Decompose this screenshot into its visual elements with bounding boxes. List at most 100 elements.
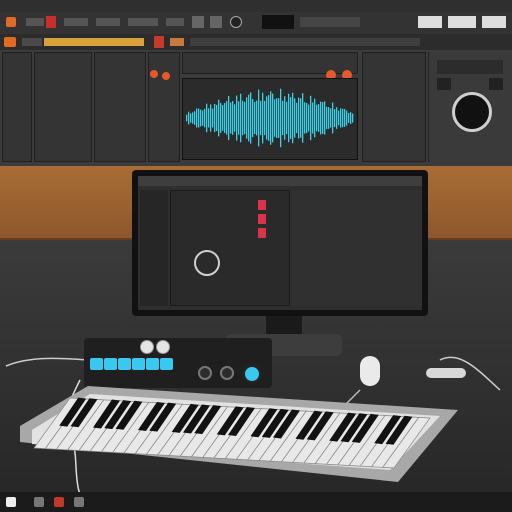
monitor-record-icon-2 xyxy=(258,214,266,224)
waveform-bar xyxy=(238,101,240,135)
play-icon[interactable] xyxy=(4,37,16,47)
waveform-bar xyxy=(338,110,340,126)
marker-icon[interactable] xyxy=(154,36,164,48)
waveform-bar xyxy=(352,113,354,123)
waveform-bar xyxy=(254,101,256,135)
waveform-bar xyxy=(274,99,276,137)
record-icon[interactable] xyxy=(46,16,56,28)
waveform-bar xyxy=(244,101,246,135)
track-name-field[interactable] xyxy=(300,17,360,27)
waveform-bar xyxy=(192,112,194,124)
menu-item-3[interactable] xyxy=(96,18,120,26)
browser-panel[interactable] xyxy=(2,52,32,162)
waveform-bar xyxy=(276,98,278,138)
computer-mouse[interactable] xyxy=(360,356,380,386)
waveform-bar xyxy=(332,102,334,134)
status-led-icon xyxy=(150,70,158,78)
waveform-bar xyxy=(348,113,350,123)
mixer-panel[interactable] xyxy=(362,52,426,162)
waveform-bar xyxy=(200,109,202,127)
instrument-button-2[interactable] xyxy=(489,78,503,90)
waveform-bar xyxy=(336,107,338,129)
usb-hub xyxy=(426,368,466,378)
pad-button-4[interactable] xyxy=(132,358,145,370)
waveform-bar xyxy=(318,104,320,132)
monitor-mixer-panel xyxy=(292,190,422,306)
toolbar-button-5[interactable] xyxy=(482,16,506,28)
waveform-bar xyxy=(258,89,260,147)
pad-button-3[interactable] xyxy=(118,358,131,370)
pad-button-2[interactable] xyxy=(104,358,117,370)
toolbar-button-3[interactable] xyxy=(418,16,442,28)
monitor-record-icon xyxy=(258,200,266,210)
monitor-knob-icon xyxy=(194,250,220,276)
waveform-bar xyxy=(206,103,208,133)
waveform-display xyxy=(186,88,354,148)
controller-encoder-icon[interactable] xyxy=(242,364,262,384)
waveform-bar xyxy=(340,108,342,128)
controller-knob-icon-3[interactable] xyxy=(198,366,212,380)
waveform-bar xyxy=(324,101,326,135)
controller-knob-icon-1[interactable] xyxy=(140,340,154,354)
waveform-bar xyxy=(236,95,238,141)
waveform-bar xyxy=(208,108,210,128)
waveform-bar xyxy=(248,94,250,142)
waveform-bar xyxy=(220,103,222,133)
toolbar-button-2[interactable] xyxy=(210,16,222,28)
start-icon[interactable] xyxy=(6,497,16,507)
instrument-button-1[interactable] xyxy=(437,78,451,90)
track-list-panel[interactable] xyxy=(34,52,92,162)
waveform-bar xyxy=(300,98,302,138)
waveform-bar xyxy=(288,93,290,143)
waveform-bar xyxy=(228,96,230,141)
waveform-bar xyxy=(218,99,220,137)
transport-button-2[interactable] xyxy=(170,38,184,46)
waveform-bar xyxy=(346,110,348,126)
pad-button-5[interactable] xyxy=(146,358,159,370)
taskbar-app-icon-3[interactable] xyxy=(74,497,84,507)
waveform-bar xyxy=(214,104,216,132)
waveform-bar xyxy=(286,101,288,135)
controller-knob-icon-2[interactable] xyxy=(156,340,170,354)
pad-button-6[interactable] xyxy=(160,358,173,370)
monitor-browser-panel xyxy=(140,190,168,306)
controller-knob-icon-4[interactable] xyxy=(220,366,234,380)
waveform-bar xyxy=(246,97,248,139)
waveform-bar xyxy=(216,104,218,132)
waveform-bar xyxy=(194,111,196,125)
waveform-bar xyxy=(224,103,226,133)
waveform-bar xyxy=(198,108,200,128)
waveform-bar xyxy=(230,102,232,134)
waveform-bar xyxy=(330,108,332,128)
toolbar-button-1[interactable] xyxy=(192,16,204,28)
waveform-bar xyxy=(268,95,270,141)
waveform-bar xyxy=(264,100,266,136)
transport-button[interactable] xyxy=(22,38,42,46)
waveform-bar xyxy=(232,101,234,135)
toolbar-knob-icon[interactable] xyxy=(230,16,242,28)
taskbar-app-icon-1[interactable] xyxy=(34,497,44,507)
monitor-track-panel xyxy=(170,190,290,306)
waveform-bar xyxy=(280,88,282,148)
menu-item-1[interactable] xyxy=(26,18,44,26)
waveform-bar xyxy=(272,93,274,143)
waveform-bar xyxy=(314,98,316,138)
menu-item-2[interactable] xyxy=(64,18,88,26)
channel-strip-panel[interactable] xyxy=(94,52,146,162)
toolbar-button-4[interactable] xyxy=(448,16,476,28)
taskbar-app-icon-2[interactable] xyxy=(54,497,64,507)
master-knob-icon[interactable] xyxy=(452,92,492,132)
waveform-bar xyxy=(326,106,328,130)
timeline-region[interactable] xyxy=(44,38,144,46)
menu-item-4[interactable] xyxy=(128,18,158,26)
effects-panel[interactable] xyxy=(148,52,180,162)
pad-button-1[interactable] xyxy=(90,358,103,370)
waveform-bar xyxy=(310,95,312,141)
waveform-bar xyxy=(270,91,272,145)
music-studio-scene xyxy=(0,0,512,512)
timeline-ruler xyxy=(190,38,420,46)
menu-item-5[interactable] xyxy=(166,18,184,26)
waveform-bar xyxy=(260,100,262,136)
waveform-bar xyxy=(322,102,324,134)
waveform-bar xyxy=(342,108,344,128)
